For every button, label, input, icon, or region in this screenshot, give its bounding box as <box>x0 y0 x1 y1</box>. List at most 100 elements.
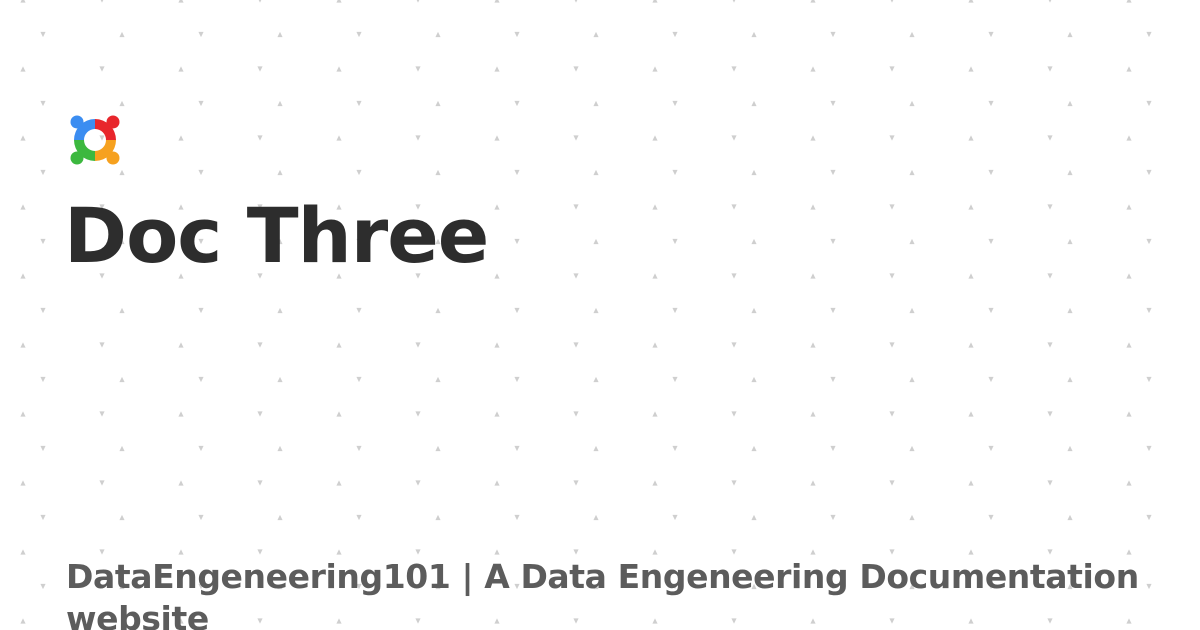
pattern-dot <box>672 307 678 314</box>
pattern-dot <box>198 169 204 176</box>
pattern-dot <box>593 100 599 107</box>
pattern-dot <box>1146 100 1152 107</box>
pattern-dot <box>889 66 895 72</box>
pattern-dot <box>1047 204 1053 210</box>
pattern-dot <box>1067 238 1073 245</box>
pattern-dot <box>257 66 263 72</box>
pattern-dot <box>178 549 184 555</box>
logo-knob-red <box>106 115 120 129</box>
pattern-dot <box>119 307 125 314</box>
pattern-dot <box>1067 445 1073 452</box>
pattern-dot <box>889 135 895 141</box>
pattern-dot <box>40 238 46 245</box>
pattern-dot <box>652 342 658 348</box>
pattern-dot <box>810 204 816 210</box>
pattern-dot <box>731 342 737 348</box>
pattern-dot <box>1146 238 1152 245</box>
pattern-dot <box>593 376 599 383</box>
docusaurus-color-ring-icon <box>70 115 120 165</box>
pattern-dot <box>810 273 816 279</box>
pattern-dot <box>99 549 105 555</box>
pattern-dot <box>277 100 283 107</box>
pattern-dot <box>889 549 895 555</box>
pattern-dot <box>178 342 184 348</box>
pattern-dot <box>514 376 520 383</box>
dot-pattern-background <box>20 0 1152 624</box>
pattern-dot <box>751 307 757 314</box>
pattern-dot <box>652 204 658 210</box>
pattern-dot <box>100 0 104 3</box>
pattern-dot <box>573 273 579 279</box>
pattern-dot <box>890 0 894 3</box>
pattern-dot <box>1048 0 1052 3</box>
pattern-dot <box>1126 135 1132 141</box>
pattern-dot <box>593 238 599 245</box>
pattern-dot <box>573 342 579 348</box>
pattern-dot <box>336 0 342 3</box>
pattern-dot <box>257 411 263 417</box>
pattern-dot <box>573 480 579 486</box>
pattern-dot <box>573 204 579 210</box>
pattern-dot <box>20 411 26 417</box>
pattern-dot <box>968 480 974 486</box>
pattern-dot <box>652 411 658 417</box>
pattern-dot <box>751 100 757 107</box>
pattern-dot <box>277 31 283 38</box>
pattern-dot <box>1126 411 1132 417</box>
pattern-dot <box>99 66 105 72</box>
pattern-dot <box>119 445 125 452</box>
pattern-dot <box>277 169 283 176</box>
pattern-dot <box>1146 307 1152 314</box>
pattern-dot <box>356 307 362 314</box>
pattern-dot <box>494 0 500 3</box>
pattern-dot <box>830 514 836 521</box>
pattern-dot <box>1146 169 1152 176</box>
pattern-dot <box>751 514 757 521</box>
pattern-dot <box>119 376 125 383</box>
pattern-dot <box>672 31 678 38</box>
pattern-dot <box>178 135 184 141</box>
pattern-dot <box>40 514 46 521</box>
pattern-dot <box>672 445 678 452</box>
pattern-dot <box>277 514 283 521</box>
pattern-dot <box>356 376 362 383</box>
pattern-dot <box>435 169 441 176</box>
pattern-dot <box>810 411 816 417</box>
pattern-dot <box>593 169 599 176</box>
pattern-dot <box>514 31 520 38</box>
pattern-dot <box>1146 445 1152 452</box>
pattern-dot <box>416 0 420 3</box>
pattern-dot <box>178 480 184 486</box>
pattern-dot <box>514 169 520 176</box>
pattern-dot <box>1047 411 1053 417</box>
pattern-dot <box>1067 514 1073 521</box>
pattern-dot <box>40 307 46 314</box>
pattern-dot <box>731 135 737 141</box>
pattern-dot <box>257 342 263 348</box>
site-tagline: DataEngeneering101 | A Data Engeneering … <box>66 557 1139 630</box>
pattern-dot <box>968 549 974 555</box>
pattern-dot <box>968 135 974 141</box>
pattern-dot <box>198 307 204 314</box>
pattern-dot <box>356 514 362 521</box>
pattern-dot <box>1067 100 1073 107</box>
pattern-dot <box>356 169 362 176</box>
pattern-dot <box>652 549 658 555</box>
pattern-dot <box>988 445 994 452</box>
pattern-dot <box>356 31 362 38</box>
pattern-dot <box>257 480 263 486</box>
pattern-dot <box>988 307 994 314</box>
pattern-dot <box>988 376 994 383</box>
pattern-dot <box>830 169 836 176</box>
pattern-dot <box>731 549 737 555</box>
pattern-dot <box>40 445 46 452</box>
pattern-dot <box>119 100 125 107</box>
pattern-dot <box>1047 273 1053 279</box>
pattern-dot <box>336 549 342 555</box>
pattern-dot <box>731 204 737 210</box>
pattern-dot <box>731 480 737 486</box>
pattern-dot <box>810 66 816 72</box>
pattern-dot <box>593 31 599 38</box>
pattern-dot <box>494 66 500 72</box>
pattern-dot <box>830 376 836 383</box>
